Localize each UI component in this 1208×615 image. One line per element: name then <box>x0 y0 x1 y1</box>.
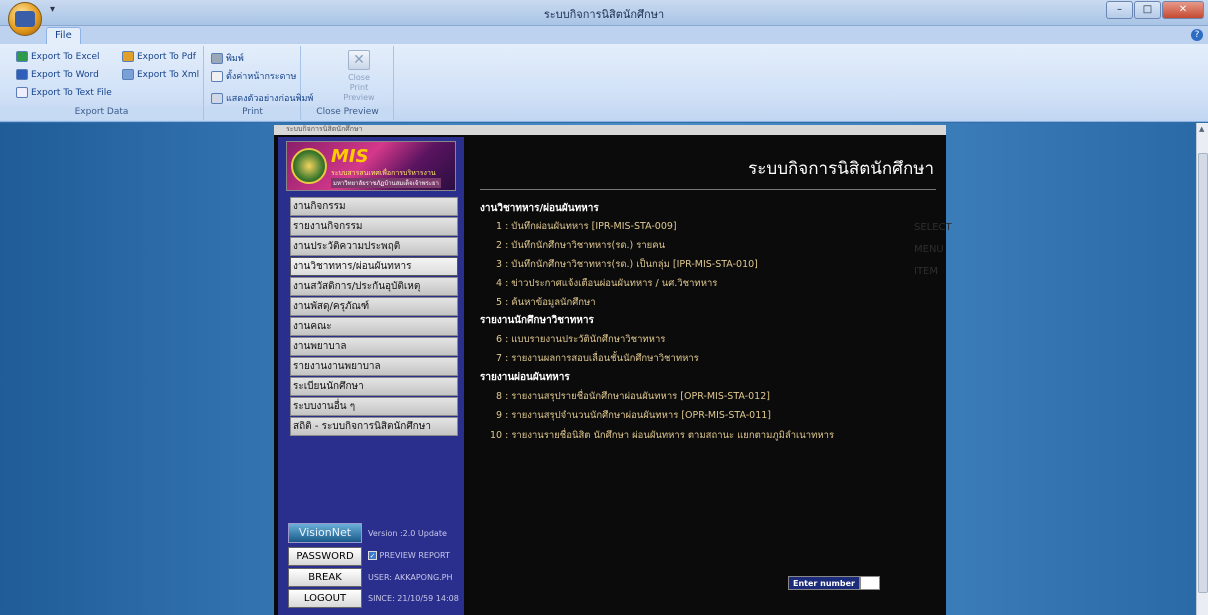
menu-item-student-records[interactable]: ระเบียนนักศึกษา <box>290 377 458 396</box>
logout-button[interactable]: LOGOUT <box>288 589 362 608</box>
print-group-label: Print <box>205 107 300 120</box>
menu-item-nursing-report[interactable]: รายงานงานพยาบาล <box>290 357 458 376</box>
export-excel-button[interactable]: Export To Excel <box>16 51 100 62</box>
preview-report-label: PREVIEW REPORT <box>379 551 450 560</box>
window-controls: – □ ✕ <box>1106 1 1204 19</box>
title-divider <box>480 189 936 190</box>
university-seal-icon <box>291 148 327 184</box>
export-text-label: Export To Text File <box>31 87 112 98</box>
print-preview-label: แสดงตัวอย่างก่อนพิมพ์ <box>226 94 314 104</box>
pdf-icon <box>122 51 134 62</box>
export-text-button[interactable]: Export To Text File <box>16 87 112 98</box>
menu-link-item[interactable]: 10 : รายงานรายชื่อนิสิต นักศึกษา ผ่อนผัน… <box>490 428 834 443</box>
print-button[interactable]: พิมพ์ <box>211 51 244 65</box>
menu-link-item[interactable]: 5 : ค้นหาข้อมูลนักศึกษา <box>496 295 596 310</box>
main-menu: งานกิจกรรม รายงานกิจกรรม งานประวัติความป… <box>290 197 458 437</box>
word-icon <box>16 69 28 80</box>
close-print-preview-label: Close Print Preview <box>343 73 375 102</box>
export-word-label: Export To Word <box>31 69 99 80</box>
select-menu-watermark: SELECT MENU ITEM <box>914 222 952 277</box>
close-preview-group: ✕ Close Print Preview Close Preview <box>302 46 394 120</box>
page-header-caption: ระบบกิจการนิสิตนักศึกษา <box>274 125 946 135</box>
since-label: SINCE: 21/10/59 14:08 <box>368 594 459 603</box>
close-preview-icon: ✕ <box>348 50 370 70</box>
close-button[interactable]: ✕ <box>1162 1 1204 19</box>
menu-item-supplies[interactable]: งานพัสดุ/ครุภัณฑ์ <box>290 297 458 316</box>
content-panel: ระบบกิจการนิสิตนักศึกษา SELECT MENU ITEM… <box>470 137 952 615</box>
menu-link-item[interactable]: 1 : บันทึกผ่อนผันทหาร [IPR-MIS-STA-009] <box>496 219 677 234</box>
scroll-up-arrow-icon[interactable]: ▲ <box>1199 125 1204 133</box>
help-icon[interactable]: ? <box>1191 29 1203 41</box>
menu-item-statistics[interactable]: สถิติ - ระบบกิจการนิสิตนักศึกษา <box>290 417 458 436</box>
excel-icon <box>16 51 28 62</box>
menu-link-item[interactable]: 2 : บันทึกนักศึกษาวิชาทหาร(รด.) รายคน <box>496 238 665 253</box>
close-preview-group-label: Close Preview <box>302 107 393 120</box>
export-excel-label: Export To Excel <box>31 51 100 62</box>
mis-logo-banner: MIS ระบบสารสนเทศเพื่อการบริหารงาน มหาวิท… <box>286 141 456 191</box>
version-label: Version :2.0 Update <box>368 529 447 538</box>
ribbon-tab-row: File ? <box>0 26 1208 44</box>
page-setup-button[interactable]: ตั้งค่าหน้ากระดาษ <box>211 69 296 83</box>
menu-item-faculty[interactable]: งานคณะ <box>290 317 458 336</box>
section-military-report: รายงานนักศึกษาวิชาทหาร <box>480 315 594 326</box>
menu-link-item[interactable]: 9 : รายงานสรุปจำนวนนักศึกษาผ่อนผันทหาร [… <box>496 408 771 423</box>
export-data-group-label: Export Data <box>0 107 203 120</box>
printer-icon <box>211 52 223 64</box>
close-print-preview-button[interactable]: ✕ Close Print Preview <box>338 50 380 103</box>
export-data-group: Export To Excel Export To Word Export To… <box>0 46 204 120</box>
window-title: ระบบกิจการนิสิตนักศึกษา <box>543 8 665 21</box>
print-label: พิมพ์ <box>226 54 244 64</box>
app-logo-icon <box>15 11 35 27</box>
menu-item-other-systems[interactable]: ระบบงานอื่น ๆ <box>290 397 458 416</box>
break-button[interactable]: BREAK <box>288 568 362 587</box>
export-word-button[interactable]: Export To Word <box>16 69 99 80</box>
export-xml-button[interactable]: Export To Xml <box>122 69 199 80</box>
preview-report-option[interactable]: ✓ PREVIEW REPORT <box>368 551 450 560</box>
password-button[interactable]: PASSWORD <box>288 547 362 566</box>
export-pdf-label: Export To Pdf <box>137 51 196 62</box>
menu-item-military-studies[interactable]: งานวิชาทหาร/ผ่อนผันทหาร <box>290 257 458 276</box>
section-military-studies: งานวิชาทหาร/ผ่อนผันทหาร <box>480 203 599 214</box>
page-setup-label: ตั้งค่าหน้ากระดาษ <box>226 72 297 82</box>
user-label: USER: AKKAPONG.PH <box>368 573 453 582</box>
enter-number-box: Enter number <box>788 576 880 590</box>
menu-link-item[interactable]: 7 : รายงานผลการสอบเลื่อนชั้นนักศึกษาวิชา… <box>496 351 699 366</box>
print-preview-icon <box>211 92 223 104</box>
vertical-scrollbar[interactable]: ▲ <box>1196 123 1208 615</box>
title-bar: ▾ ระบบกิจการนิสิตนักศึกษา – □ ✕ <box>0 0 1208 26</box>
minimize-button[interactable]: – <box>1106 1 1133 19</box>
page-setup-icon <box>211 70 223 82</box>
export-pdf-button[interactable]: Export To Pdf <box>122 51 196 62</box>
section-deferment-report: รายงานผ่อนผันทหาร <box>480 372 570 383</box>
menu-link-item[interactable]: 3 : บันทึกนักศึกษาวิชาทหาร(รด.) เป็นกลุ่… <box>496 257 758 272</box>
logo-mis-text: MIS <box>331 146 369 167</box>
tab-file[interactable]: File <box>46 27 81 44</box>
print-preview-button[interactable]: แสดงตัวอย่างก่อนพิมพ์ <box>211 91 313 105</box>
left-navigation-panel: MIS ระบบสารสนเทศเพื่อการบริหารงาน มหาวิท… <box>278 137 464 615</box>
enter-number-input[interactable] <box>859 576 880 590</box>
visionnet-logo: VisionNet <box>288 523 362 543</box>
enter-number-label: Enter number <box>788 576 860 590</box>
logo-university-name: มหาวิทยาลัยราชภัฏบ้านสมเด็จเจ้าพระยา <box>331 178 441 188</box>
print-group: พิมพ์ ตั้งค่าหน้ากระดาษ แสดงตัวอย่างก่อน… <box>205 46 313 120</box>
export-xml-label: Export To Xml <box>137 69 200 80</box>
text-file-icon <box>16 87 28 98</box>
menu-item-welfare-insurance[interactable]: งานสวัสดิการ/ประกันอุบัติเหตุ <box>290 277 458 296</box>
menu-link-item[interactable]: 8 : รายงานสรุปรายชื่อนักศึกษาผ่อนผันทหาร… <box>496 389 770 404</box>
xml-icon <box>122 69 134 80</box>
menu-item-activity-report[interactable]: รายงานกิจกรรม <box>290 217 458 236</box>
ribbon: Export To Excel Export To Word Export To… <box>0 44 1208 122</box>
menu-item-nursing[interactable]: งานพยาบาล <box>290 337 458 356</box>
maximize-button[interactable]: □ <box>1134 1 1161 19</box>
scroll-thumb[interactable] <box>1198 153 1208 593</box>
checkbox-icon[interactable]: ✓ <box>368 551 377 560</box>
menu-link-item[interactable]: 6 : แบบรายงานประวัตินักศึกษาวิชาทหาร <box>496 332 665 347</box>
content-title: ระบบกิจการนิสิตนักศึกษา <box>748 159 934 179</box>
menu-item-conduct-history[interactable]: งานประวัติความประพฤติ <box>290 237 458 256</box>
report-page: ระบบกิจการนิสิตนักศึกษา MIS ระบบสารสนเทศ… <box>274 125 952 615</box>
menu-item-activities[interactable]: งานกิจกรรม <box>290 197 458 216</box>
menu-link-item[interactable]: 4 : ข่าวประกาศแจ้งเตือนผ่อนผันทหาร / นศ.… <box>496 276 717 291</box>
office-orb-button[interactable] <box>8 2 42 36</box>
